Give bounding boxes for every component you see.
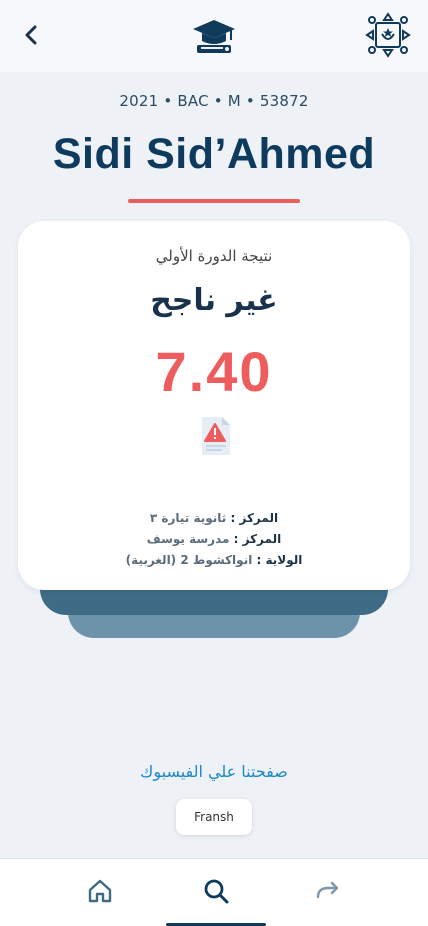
home-icon [88, 879, 112, 903]
nav-home[interactable] [80, 873, 120, 909]
detail-label: المركز : [233, 532, 282, 546]
result-score: 7.40 [155, 340, 273, 403]
detail-value: انواكشوط 2 (الغربية) [125, 553, 253, 567]
student-name: Sidi Sid’Ahmed [52, 130, 376, 178]
nav-search[interactable] [196, 873, 236, 909]
top-bar [0, 0, 428, 72]
result-card: نتيجة الدورة الأولي غير ناجح 7.40 المركز… [18, 221, 410, 590]
detail-row-wilaya: الولاية : انواكشوط 2 (الغربية) [18, 553, 410, 567]
student-meta: 2021 • BAC • M • 53872 [119, 92, 309, 110]
result-status: غير ناجح [150, 283, 278, 318]
warning-document-icon [202, 417, 230, 455]
bottom-nav [0, 858, 428, 926]
emblem-icon [365, 12, 411, 58]
detail-value: ثانوية تيارة ٣ [149, 511, 227, 525]
search-icon [204, 879, 229, 904]
detail-row-center-2: المركز : مدرسة يوسف [18, 532, 410, 546]
detail-row-center-1: المركز : ثانوية تيارة ٣ [18, 511, 410, 525]
chevron-left-icon [25, 25, 37, 45]
nav-share[interactable] [308, 873, 348, 909]
session-label: نتيجة الدورة الأولي [155, 247, 273, 265]
graduation-cap-icon [193, 20, 235, 53]
name-underline [128, 199, 300, 203]
back-button[interactable] [16, 20, 46, 50]
detail-value: مدرسة يوسف [146, 532, 230, 546]
language-button[interactable]: Fransh [176, 799, 252, 835]
share-arrow-icon [316, 881, 339, 899]
detail-label: المركز : [230, 511, 279, 525]
detail-label: الولاية : [256, 553, 303, 567]
facebook-page-link[interactable]: صفحتنا علي الفيسبوك [0, 762, 428, 781]
